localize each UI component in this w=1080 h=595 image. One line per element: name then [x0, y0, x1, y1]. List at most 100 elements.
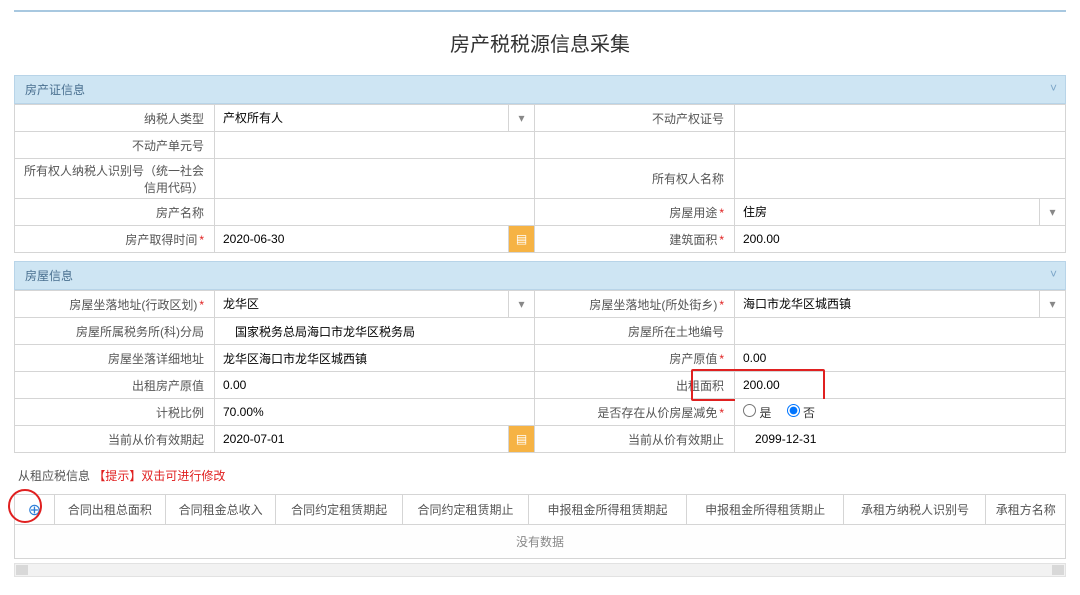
section-house-info: 房屋信息 ˅ 房屋坐落地址(行政区划)* ▾ 房屋坐落地址(所处街乡)* ▾	[14, 261, 1066, 453]
col-total-income: 合同租金总收入	[165, 495, 276, 525]
page-title: 房产税税源信息采集	[14, 20, 1066, 75]
select-taxpayer-type[interactable]: ▾	[215, 105, 534, 131]
required-marker: *	[719, 233, 724, 247]
label-orig-value: 房产原值	[669, 352, 717, 366]
rent-tax-header-row: 从租应税信息 【提示】双击可进行修改	[14, 461, 1066, 490]
required-marker: *	[719, 298, 724, 312]
input-valid-from[interactable]	[215, 426, 506, 451]
input-owner-id[interactable]	[215, 166, 534, 191]
chevron-down-icon[interactable]: ▾	[508, 291, 534, 317]
input-cert-no[interactable]	[735, 106, 1065, 131]
radio-yes[interactable]	[743, 404, 756, 417]
scroll-right-icon[interactable]	[1052, 565, 1064, 575]
input-owner-name[interactable]	[735, 166, 1065, 191]
input-rent-area[interactable]	[735, 373, 1065, 398]
select-usage[interactable]: ▾	[735, 199, 1065, 225]
label-acquire-date-cell: 房产取得时间*	[15, 226, 215, 253]
calendar-icon[interactable]: ▤	[508, 426, 534, 452]
input-location-admin[interactable]	[215, 291, 506, 316]
cert-form-table: 纳税人类型 ▾ 不动产权证号 不动产单元号	[14, 104, 1066, 253]
label-location-admin: 房屋坐落地址(行政区划)	[69, 298, 197, 312]
label-property-name: 房产名称	[15, 199, 215, 226]
input-location-street[interactable]	[735, 291, 1037, 316]
input-usage[interactable]	[735, 199, 1037, 224]
col-tenant-name: 承租方名称	[986, 495, 1066, 525]
collapse-icon[interactable]: ˅	[1050, 267, 1057, 281]
label-tax-bureau: 房屋所属税务所(科)分局	[15, 318, 215, 345]
label-area-cell: 建筑面积*	[535, 226, 735, 253]
col-declare-from: 申报租金所得租赁期起	[529, 495, 687, 525]
label-rent-area: 出租面积	[535, 372, 735, 399]
label-valid-to: 当前从价有效期止	[535, 426, 735, 453]
label-location-admin-cell: 房屋坐落地址(行政区划)*	[15, 291, 215, 318]
input-tax-bureau[interactable]	[215, 319, 534, 344]
select-location-admin[interactable]: ▾	[215, 291, 534, 317]
radio-no[interactable]	[787, 404, 800, 417]
label-rent-orig-value: 出租房产原值	[15, 372, 215, 399]
input-land-no[interactable]	[735, 319, 1065, 344]
input-area[interactable]	[735, 227, 1065, 252]
label-owner-name: 所有权人名称	[535, 159, 735, 199]
label-usage: 房屋用途	[669, 206, 717, 220]
section-header-cert-label: 房产证信息	[25, 83, 85, 97]
required-marker: *	[719, 206, 724, 220]
label-owner-id: 所有权人纳税人识别号（统一社会信用代码）	[15, 159, 215, 199]
collapse-icon[interactable]: ˅	[1050, 81, 1057, 95]
input-valid-to[interactable]	[735, 427, 1065, 452]
cell-blank1	[735, 132, 1066, 159]
label-location-street-cell: 房屋坐落地址(所处街乡)*	[535, 291, 735, 318]
col-tenant-id: 承租方纳税人识别号	[844, 495, 986, 525]
label-detail-addr: 房屋坐落详细地址	[15, 345, 215, 372]
required-marker: *	[719, 352, 724, 366]
date-valid-from[interactable]: ▤	[215, 426, 534, 452]
chevron-down-icon[interactable]: ▾	[1039, 291, 1065, 317]
required-marker: *	[199, 233, 204, 247]
section-property-cert: 房产证信息 ˅ 纳税人类型 ▾ 不动产权证号 不动产单元号	[14, 75, 1066, 253]
label-land-no: 房屋所在土地编号	[535, 318, 735, 345]
section-header-house-label: 房屋信息	[25, 269, 73, 283]
radio-group-reduction: 是 否	[735, 404, 1065, 421]
input-orig-value[interactable]	[735, 346, 1065, 371]
input-detail-addr[interactable]	[215, 346, 534, 371]
label-cert-no: 不动产权证号	[535, 105, 735, 132]
col-total-area: 合同出租总面积	[55, 495, 166, 525]
section-header-house: 房屋信息 ˅	[14, 261, 1066, 290]
radio-no-label[interactable]: 否	[787, 406, 815, 420]
radio-no-text: 否	[803, 406, 815, 420]
rent-grid: ⊕ 合同出租总面积 合同租金总收入 合同约定租赁期起 合同约定租赁期止 申报租金…	[14, 494, 1066, 525]
col-declare-to: 申报租金所得租赁期止	[686, 495, 844, 525]
input-tax-ratio[interactable]	[215, 400, 534, 425]
add-row-cell: ⊕	[15, 495, 55, 525]
input-unit-no[interactable]	[215, 133, 534, 158]
label-taxpayer-type: 纳税人类型	[15, 105, 215, 132]
input-taxpayer-type[interactable]	[215, 105, 506, 130]
label-has-reduction: 是否存在从价房屋减免	[597, 406, 717, 420]
input-property-name[interactable]	[215, 200, 534, 225]
label-unit-no: 不动产单元号	[15, 132, 215, 159]
label-blank1	[535, 132, 735, 159]
label-valid-from: 当前从价有效期起	[15, 426, 215, 453]
label-area: 建筑面积	[669, 233, 717, 247]
rent-tax-hint: 【提示】双击可进行修改	[93, 467, 225, 484]
section-header-rent-label: 从租应税信息	[18, 467, 90, 484]
col-agreed-to: 合同约定租赁期止	[402, 495, 528, 525]
label-orig-value-cell: 房产原值*	[535, 345, 735, 372]
section-rent-tax: 从租应税信息 【提示】双击可进行修改 ⊕ 合同出租总面积 合同租金总收入 合同约…	[14, 461, 1066, 577]
label-tax-ratio: 计税比例	[15, 399, 215, 426]
no-data-row: 没有数据	[14, 525, 1066, 559]
select-location-street[interactable]: ▾	[735, 291, 1065, 317]
date-acquire[interactable]: ▤	[215, 226, 534, 252]
label-usage-cell: 房屋用途*	[535, 199, 735, 226]
col-agreed-from: 合同约定租赁期起	[276, 495, 402, 525]
horizontal-scrollbar[interactable]	[14, 563, 1066, 577]
add-row-button[interactable]: ⊕	[28, 500, 41, 520]
chevron-down-icon[interactable]: ▾	[508, 105, 534, 131]
input-acquire-date[interactable]	[215, 226, 506, 251]
top-accent-bar	[14, 10, 1066, 12]
radio-yes-label[interactable]: 是	[743, 406, 771, 420]
chevron-down-icon[interactable]: ▾	[1039, 199, 1065, 225]
label-location-street: 房屋坐落地址(所处街乡)	[589, 298, 717, 312]
scroll-left-icon[interactable]	[16, 565, 28, 575]
input-rent-orig-value[interactable]	[215, 373, 534, 398]
calendar-icon[interactable]: ▤	[508, 226, 534, 252]
